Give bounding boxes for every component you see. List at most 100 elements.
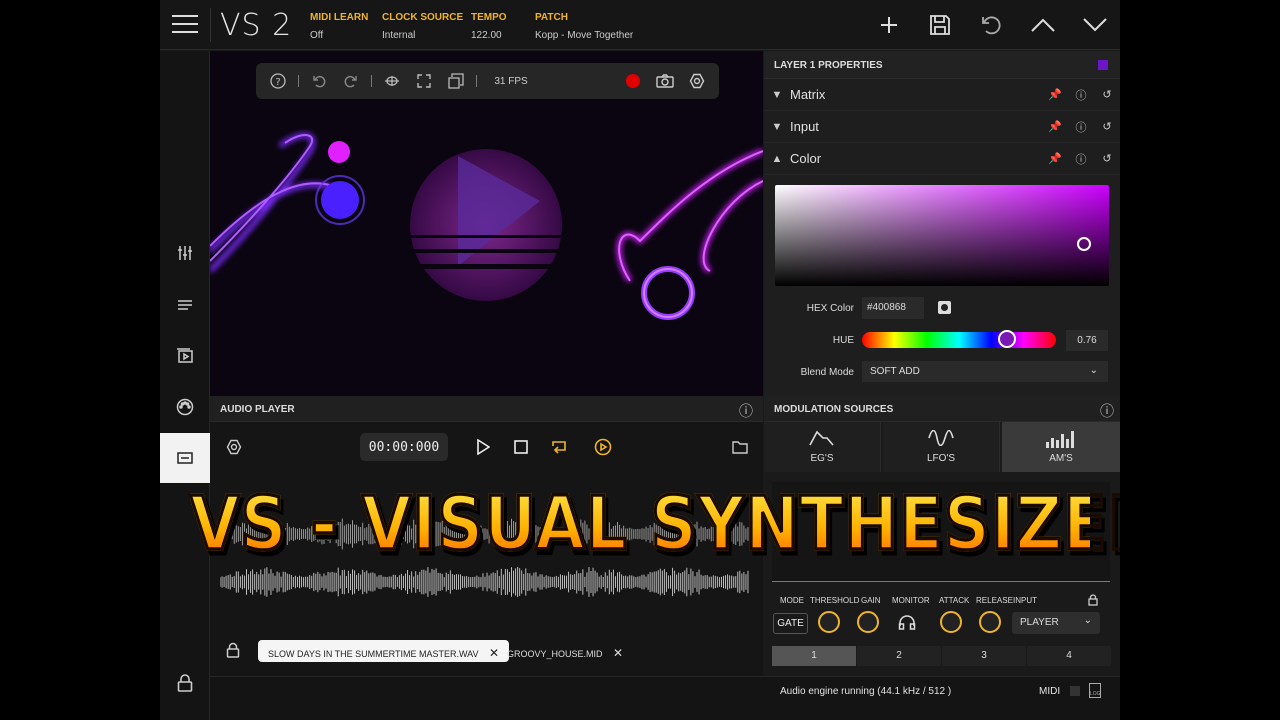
redo-icon[interactable] bbox=[335, 63, 367, 99]
lock-icon[interactable] bbox=[226, 642, 240, 663]
midi-learn[interactable]: MIDI LEARN Off bbox=[310, 12, 368, 41]
midi-label: MIDI bbox=[1039, 686, 1061, 697]
slot-3[interactable]: 3 bbox=[942, 646, 1026, 666]
stop-icon[interactable] bbox=[507, 433, 535, 461]
play-icon[interactable] bbox=[469, 433, 497, 461]
tab-label: EG'S bbox=[810, 453, 834, 464]
hue-slider[interactable] bbox=[862, 330, 1056, 348]
mixer-icon[interactable] bbox=[160, 233, 210, 273]
auto-play-icon[interactable] bbox=[589, 433, 617, 461]
mode-button[interactable]: GATE bbox=[773, 613, 808, 634]
record-icon[interactable] bbox=[617, 63, 649, 99]
divider bbox=[476, 75, 477, 87]
attack-knob[interactable] bbox=[940, 611, 962, 633]
slot-2[interactable]: 2 bbox=[857, 646, 941, 666]
app-title: VS 2 bbox=[220, 8, 293, 43]
tab-label: LFO'S bbox=[926, 453, 956, 464]
log-icon[interactable]: LOG bbox=[1089, 683, 1101, 698]
midi-indicator bbox=[1070, 686, 1080, 696]
layer-properties-panel: LAYER 1 PROPERTIES ▼ Matrix 📌 ⓘ ↺ ▼ Inpu… bbox=[764, 51, 1120, 396]
loop-icon[interactable] bbox=[545, 433, 573, 461]
reset-icon[interactable]: ↺ bbox=[1094, 88, 1120, 101]
tempo[interactable]: TEMPO 122.00 bbox=[471, 12, 507, 41]
divider bbox=[371, 75, 372, 87]
tab-label: AM'S bbox=[1049, 453, 1073, 464]
folder-icon[interactable] bbox=[726, 433, 754, 461]
modulation-title: MODULATION SOURCES bbox=[764, 396, 1120, 422]
preview-toolbar: ? 31 FPS bbox=[256, 63, 719, 99]
settings-icon[interactable] bbox=[681, 63, 713, 99]
section-matrix[interactable]: ▼ Matrix 📌 ⓘ ↺ bbox=[764, 79, 1120, 111]
eyedropper-icon[interactable] bbox=[938, 301, 951, 314]
reset-icon[interactable]: ↺ bbox=[1094, 120, 1120, 133]
slot-1[interactable]: 1 bbox=[772, 646, 856, 666]
color-picker-handle[interactable] bbox=[1077, 237, 1091, 251]
clock-source[interactable]: CLOCK SOURCE Internal bbox=[382, 12, 463, 41]
color-picker-area[interactable] bbox=[775, 185, 1109, 286]
layers-icon[interactable] bbox=[440, 63, 472, 99]
midi-port-icon[interactable] bbox=[160, 387, 210, 427]
engine-status: Audio engine running (44.1 kHz / 512 ) bbox=[780, 686, 952, 697]
clock-source-value: Internal bbox=[382, 30, 416, 41]
midi-file-chip[interactable]: GROOVY_HOUSE.MID ✕ bbox=[497, 640, 633, 662]
save-icon[interactable] bbox=[925, 10, 955, 40]
section-label: Color bbox=[790, 151, 822, 166]
undo-icon[interactable] bbox=[976, 10, 1006, 40]
audio-file-chip-active[interactable]: SLOW DAYS IN THE SUMMERTIME MASTER.WAV ✕ bbox=[258, 640, 510, 662]
overlay-title: VS - VISUAL SYNTHESIZER 2 bbox=[189, 481, 1121, 570]
menu-icon[interactable] bbox=[172, 15, 198, 35]
file-name: GROOVY_HOUSE.MID bbox=[507, 649, 603, 659]
patch[interactable]: PATCH Kopp - Move Together bbox=[535, 12, 633, 41]
headphones-icon[interactable] bbox=[898, 614, 916, 635]
chevron-up-icon[interactable] bbox=[1028, 10, 1058, 40]
tab-lfos[interactable]: LFO'S bbox=[883, 422, 1000, 472]
pin-icon[interactable]: 📌 bbox=[1042, 120, 1068, 133]
layer-color-swatch[interactable] bbox=[1098, 60, 1108, 70]
hex-color-label: HEX Color bbox=[806, 303, 854, 314]
hex-color-input[interactable]: #400868 bbox=[862, 297, 924, 319]
camera-icon[interactable] bbox=[649, 63, 681, 99]
pin-icon[interactable]: 📌 bbox=[1042, 152, 1068, 165]
hue-value[interactable]: 0.76 bbox=[1066, 330, 1108, 351]
patch-label: PATCH bbox=[535, 12, 568, 23]
patch-value: Kopp - Move Together bbox=[535, 30, 634, 41]
undo-icon[interactable] bbox=[303, 63, 335, 99]
gain-knob[interactable] bbox=[857, 611, 879, 633]
close-icon[interactable]: ✕ bbox=[613, 646, 623, 660]
envelope-icon bbox=[809, 430, 834, 446]
media-icon[interactable] bbox=[160, 336, 210, 376]
threshold-knob[interactable] bbox=[818, 611, 840, 633]
audio-settings-icon[interactable] bbox=[160, 433, 210, 483]
add-icon[interactable] bbox=[874, 10, 904, 40]
help-icon[interactable]: ⓘ bbox=[739, 401, 753, 421]
help-icon[interactable]: ? bbox=[262, 63, 294, 99]
slot-4[interactable]: 4 bbox=[1027, 646, 1111, 666]
lock-icon[interactable] bbox=[1088, 594, 1098, 609]
blend-mode-select[interactable]: SOFT ADD ⌄ bbox=[862, 361, 1108, 382]
section-input[interactable]: ▼ Input 📌 ⓘ ↺ bbox=[764, 111, 1120, 143]
mode-label: MODE bbox=[780, 596, 804, 605]
settings-icon[interactable] bbox=[220, 433, 248, 461]
section-color[interactable]: ▲ Color 📌 ⓘ ↺ bbox=[764, 143, 1120, 175]
move-icon[interactable] bbox=[376, 63, 408, 99]
status-bar: Audio engine running (44.1 kHz / 512 ) M… bbox=[210, 676, 1120, 720]
tab-egs[interactable]: EG'S bbox=[764, 422, 881, 472]
input-select[interactable]: PLAYER ⌄ bbox=[1012, 612, 1100, 634]
playlist-icon[interactable] bbox=[160, 285, 210, 325]
tempo-value: 122.00 bbox=[471, 30, 502, 41]
monitor-label: MONITOR bbox=[892, 596, 930, 605]
help-icon[interactable]: ⓘ bbox=[1100, 401, 1114, 421]
help-icon[interactable]: ⓘ bbox=[1068, 87, 1094, 103]
lock-icon[interactable] bbox=[160, 663, 210, 703]
hue-slider-handle[interactable] bbox=[998, 330, 1016, 348]
tab-ams[interactable]: AM'S bbox=[1002, 422, 1120, 472]
blend-mode-value: SOFT ADD bbox=[870, 366, 920, 377]
release-knob[interactable] bbox=[979, 611, 1001, 633]
fullscreen-icon[interactable] bbox=[408, 63, 440, 99]
help-icon[interactable]: ⓘ bbox=[1068, 151, 1094, 167]
reset-icon[interactable]: ↺ bbox=[1094, 152, 1120, 165]
help-icon[interactable]: ⓘ bbox=[1068, 119, 1094, 135]
pin-icon[interactable]: 📌 bbox=[1042, 88, 1068, 101]
chevron-down-icon[interactable] bbox=[1080, 10, 1110, 40]
visual-preview[interactable]: ? 31 FPS bbox=[210, 51, 763, 396]
